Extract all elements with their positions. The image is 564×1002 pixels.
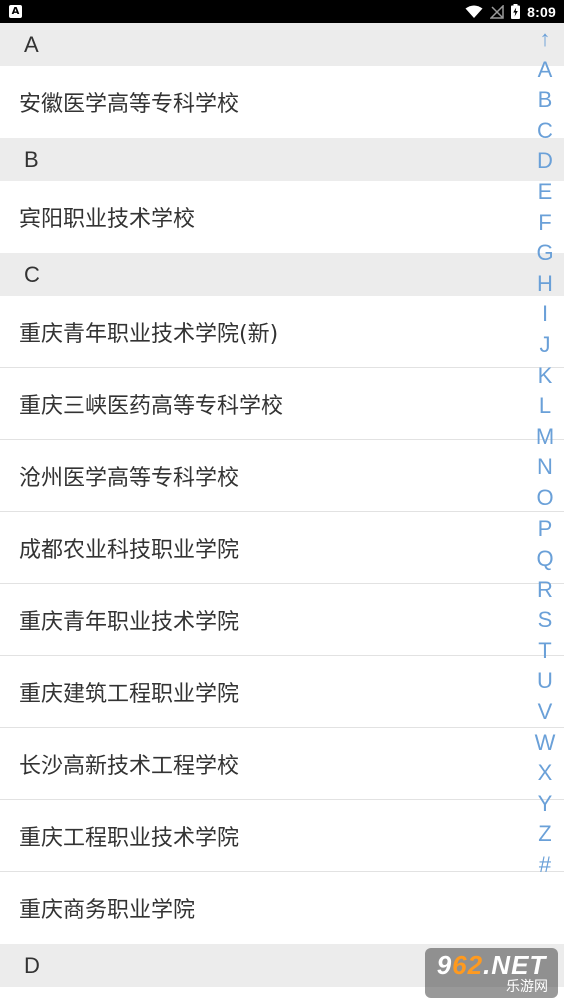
index-letter-hash[interactable]: # bbox=[526, 850, 564, 881]
list-item[interactable]: 宾阳职业技术学校 bbox=[0, 181, 564, 253]
list-item[interactable]: 重庆建筑工程职业学院 bbox=[0, 656, 564, 728]
list-item[interactable]: 重庆工程职业技术学院 bbox=[0, 800, 564, 872]
index-letter-s[interactable]: S bbox=[526, 605, 564, 636]
index-letter-e[interactable]: E bbox=[526, 177, 564, 208]
section-header-b: B bbox=[0, 138, 564, 181]
watermark-subtitle: 乐游网 bbox=[506, 978, 548, 994]
list-item[interactable]: 长沙高新技术工程学校 bbox=[0, 728, 564, 800]
index-letter-x[interactable]: X bbox=[526, 758, 564, 789]
list-item[interactable]: 沧州医学高等专科学校 bbox=[0, 440, 564, 512]
battery-charging-icon bbox=[511, 4, 521, 19]
index-letter-k[interactable]: K bbox=[526, 361, 564, 392]
list-item[interactable]: 重庆三峡医药高等专科学校 bbox=[0, 368, 564, 440]
status-time: 8:09 bbox=[527, 3, 556, 20]
index-letter-a[interactable]: A bbox=[526, 55, 564, 86]
section-header-c: C bbox=[0, 253, 564, 296]
section-header-a: A bbox=[0, 23, 564, 66]
index-letter-l[interactable]: L bbox=[526, 391, 564, 422]
list-item[interactable]: 安徽医学高等专科学校 bbox=[0, 66, 564, 138]
status-left: A bbox=[9, 5, 22, 18]
index-scroll-top[interactable]: ↑ bbox=[526, 24, 564, 55]
wifi-icon bbox=[465, 5, 483, 18]
index-letter-n[interactable]: N bbox=[526, 452, 564, 483]
index-letter-g[interactable]: G bbox=[526, 238, 564, 269]
index-letter-j[interactable]: J bbox=[526, 330, 564, 361]
index-letter-q[interactable]: Q bbox=[526, 544, 564, 575]
list-item[interactable]: 重庆商务职业学院 bbox=[0, 872, 564, 944]
list-item[interactable]: 重庆青年职业技术学院(新) bbox=[0, 296, 564, 368]
index-letter-z[interactable]: Z bbox=[526, 819, 564, 850]
index-letter-i[interactable]: I bbox=[526, 299, 564, 330]
index-letter-h[interactable]: H bbox=[526, 269, 564, 300]
alphabet-index-bar[interactable]: ↑ A B C D E F G H I J K L M N O P Q R S … bbox=[526, 24, 564, 881]
index-letter-r[interactable]: R bbox=[526, 575, 564, 606]
no-signal-icon bbox=[490, 4, 504, 19]
index-letter-d[interactable]: D bbox=[526, 146, 564, 177]
index-letter-m[interactable]: M bbox=[526, 422, 564, 453]
index-letter-f[interactable]: F bbox=[526, 208, 564, 239]
watermark-logo-suffix: .NET bbox=[483, 950, 547, 980]
index-letter-b[interactable]: B bbox=[526, 85, 564, 116]
index-letter-c[interactable]: C bbox=[526, 116, 564, 147]
status-right: 8:09 bbox=[465, 4, 556, 20]
notification-icon: A bbox=[9, 5, 22, 18]
index-letter-w[interactable]: W bbox=[526, 728, 564, 759]
watermark-logo-accent: 62 bbox=[452, 950, 484, 980]
index-letter-u[interactable]: U bbox=[526, 666, 564, 697]
school-list[interactable]: A 安徽医学高等专科学校 B 宾阳职业技术学校 C 重庆青年职业技术学院(新) … bbox=[0, 23, 564, 987]
watermark-logo: 962.NET bbox=[437, 952, 547, 978]
index-letter-y[interactable]: Y bbox=[526, 789, 564, 820]
list-item[interactable]: 成都农业科技职业学院 bbox=[0, 512, 564, 584]
index-letter-o[interactable]: O bbox=[526, 483, 564, 514]
index-letter-v[interactable]: V bbox=[526, 697, 564, 728]
index-letter-t[interactable]: T bbox=[526, 636, 564, 667]
index-letter-p[interactable]: P bbox=[526, 514, 564, 545]
watermark-logo-prefix: 9 bbox=[436, 950, 453, 980]
status-bar: A 8:09 bbox=[0, 0, 564, 23]
site-watermark: 962.NET 乐游网 bbox=[425, 948, 558, 998]
list-item[interactable]: 重庆青年职业技术学院 bbox=[0, 584, 564, 656]
